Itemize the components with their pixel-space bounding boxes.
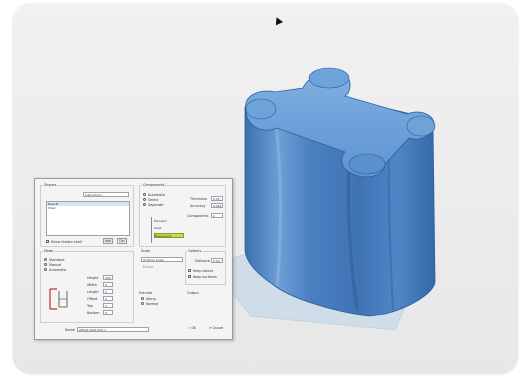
list-item[interactable]: Shell — [47, 206, 129, 210]
scale-group-title: Scale — [141, 249, 151, 253]
size-row-field[interactable]: 0 — [103, 303, 113, 308]
size-row-field[interactable]: 0 — [103, 282, 113, 287]
size-row-field[interactable]: 100 — [103, 275, 113, 280]
size-row-label: Bottom — [87, 311, 100, 315]
size-row-field[interactable]: 0 — [103, 296, 113, 301]
part-lobe — [406, 115, 436, 137]
ok-button[interactable]: ✓ OK — [185, 326, 199, 332]
tree-item[interactable]: Base piece — [154, 233, 184, 238]
extrude-label: Along — [146, 297, 156, 301]
side-ticks: · · · — [15, 345, 17, 365]
cancel-button[interactable]: ✕ Cancel — [205, 326, 227, 332]
extrude-group-title: Extrude — [139, 291, 153, 295]
options-group — [185, 251, 226, 285]
thickness-field[interactable]: 0.25 — [211, 196, 223, 201]
mode-group-title: Mode — [43, 249, 55, 253]
shape-select[interactable]: Instruct/Cl:... — [83, 192, 129, 197]
tree-item[interactable]: Element — [154, 219, 166, 223]
radio-select-label: Select — [148, 198, 159, 202]
radio-mode[interactable] — [44, 263, 47, 266]
name-field[interactable]: Offset Shell Part 1 — [77, 327, 149, 332]
shape-preview-icon — [49, 288, 68, 310]
distance-label: Distance — [195, 259, 210, 263]
thickness-label: Thickness — [190, 197, 207, 201]
components-group-title: Components — [142, 183, 166, 187]
mode-label: Manual — [49, 263, 62, 267]
shape-list[interactable]: Base B Shell — [46, 201, 130, 236]
radio-automatic-label: Automatic — [148, 193, 166, 197]
component-tree[interactable]: Element Shell Base piece — [151, 217, 185, 243]
radio-extrude[interactable] — [141, 302, 144, 305]
accuracy-label: Accuracy — [190, 204, 206, 208]
radio-separate-label: Separate — [148, 203, 164, 207]
size-row-label: Width — [87, 283, 97, 287]
size-row-label: Length — [87, 290, 99, 294]
size-row-field[interactable]: 0 — [103, 289, 113, 294]
radio-mode[interactable] — [44, 268, 47, 271]
part-lobe — [348, 153, 386, 175]
ok-label: OK — [191, 326, 197, 330]
mode-label: Automatic — [49, 268, 67, 272]
radio-extrude[interactable] — [141, 297, 144, 300]
offset-shell-dialog: Shapes Instruct/Cl:... Base B Shell Show… — [34, 178, 233, 340]
component-count-label: Components — [187, 214, 209, 218]
size-row-label: Height — [87, 276, 99, 280]
show-hidden-checkbox[interactable] — [46, 240, 49, 243]
show-hidden-label: Show hidden shell — [51, 240, 82, 244]
scale-factor-label: Factor — [143, 265, 154, 269]
options-group-title: Options — [187, 249, 203, 253]
name-label: Name — [65, 328, 76, 332]
size-row-label: Top — [87, 304, 93, 308]
keep-blocks-label: Keep blocks — [193, 269, 214, 273]
part-lobe — [245, 98, 277, 120]
check-icon: ✓ — [187, 326, 191, 330]
keep-surfaces-checkbox[interactable] — [188, 275, 191, 278]
shapes-group-title: Shapes — [43, 183, 58, 187]
accuracy-field[interactable]: 0.001 — [211, 203, 223, 208]
component-count-field[interactable]: 2 — [211, 213, 223, 218]
radio-automatic[interactable] — [143, 193, 146, 196]
distance-field[interactable]: 0.00 — [211, 258, 223, 263]
keep-blocks-checkbox[interactable] — [188, 269, 191, 272]
size-row-field[interactable]: 0 — [103, 310, 113, 315]
add-button[interactable]: Add — [103, 238, 113, 244]
radio-mode[interactable] — [44, 258, 47, 261]
part-lobe — [308, 67, 350, 89]
extrude-label: Normal — [146, 302, 159, 306]
scale-select[interactable]: Uniform scale — [141, 257, 183, 262]
mode-label: Standard — [49, 258, 65, 262]
cancel-label: Cancel — [212, 326, 224, 330]
output-group-title: Output — [187, 291, 199, 295]
tree-item[interactable]: Shell — [154, 226, 161, 230]
size-row-label: Offset — [87, 297, 98, 301]
radio-separate[interactable] — [143, 203, 146, 206]
delete-button[interactable]: Del — [117, 238, 127, 244]
keep-surfaces-label: Keep surfaces — [193, 275, 217, 279]
radio-select[interactable] — [143, 198, 146, 201]
